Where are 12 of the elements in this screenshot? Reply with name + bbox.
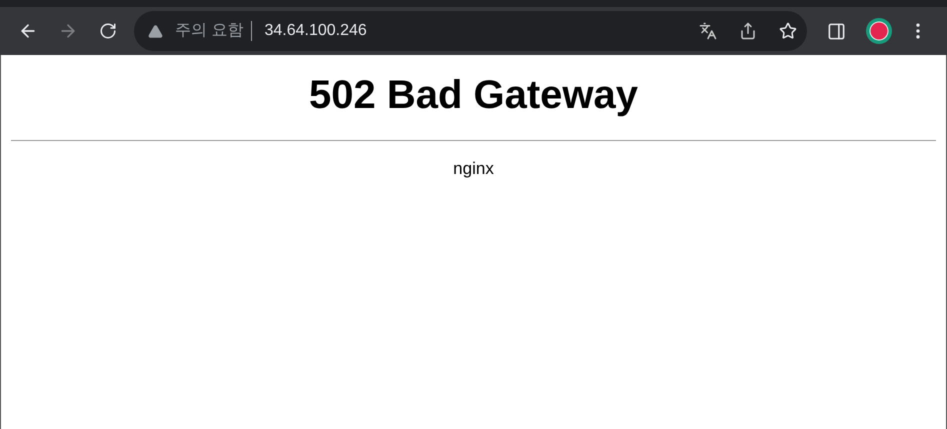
side-panel-icon[interactable] <box>827 22 846 40</box>
security-label: 주의 요함 <box>175 21 244 41</box>
address-bar[interactable]: 주의 요함 34.64.100.246 <box>134 11 807 51</box>
share-icon[interactable] <box>739 22 757 40</box>
server-label: nginx <box>453 158 494 180</box>
reload-icon <box>99 22 117 40</box>
translate-icon[interactable] <box>699 22 717 40</box>
page-heading: 502 Bad Gateway <box>308 72 638 119</box>
bookmark-star-icon[interactable] <box>779 22 797 40</box>
warning-icon <box>148 24 163 38</box>
url-text: 34.64.100.246 <box>264 21 367 41</box>
avatar-icon[interactable] <box>866 18 892 44</box>
